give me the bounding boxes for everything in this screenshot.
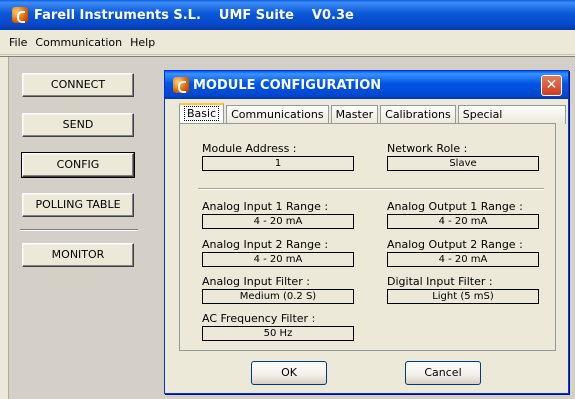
basic-tab-panel: Module Address : 1 Network Role : Slave … <box>179 123 556 351</box>
analog-input-filter-field: Analog Input Filter : Medium (0.2 S) <box>202 275 354 304</box>
analog-input-1-field: Analog Input 1 Range : 4 - 20 mA <box>202 200 354 229</box>
analog-input-1-value: 4 - 20 mA <box>202 214 354 229</box>
analog-input-1-label: Analog Input 1 Range : <box>202 200 329 213</box>
send-button[interactable]: SEND <box>22 113 134 137</box>
company-name: Farell Instruments S.L. <box>34 7 201 23</box>
digital-input-filter-value: Light (5 mS) <box>387 289 539 304</box>
analog-output-1-value: 4 - 20 mA <box>387 214 539 229</box>
analog-output-1-field: Analog Output 1 Range : 4 - 20 mA <box>387 200 539 229</box>
ac-frequency-filter-label: AC Frequency Filter : <box>202 312 316 325</box>
module-address-value: 1 <box>202 156 354 171</box>
module-address-label: Module Address : <box>202 142 297 155</box>
close-icon[interactable]: ✕ <box>541 75 562 96</box>
button-separator <box>20 229 138 231</box>
connect-button[interactable]: CONNECT <box>22 73 134 97</box>
tab-master[interactable]: Master <box>330 105 379 124</box>
analog-output-2-field: Analog Output 2 Range : 4 - 20 mA <box>387 238 539 267</box>
digital-input-filter-label: Digital Input Filter : <box>387 275 493 288</box>
network-role-field: Network Role : Slave <box>387 142 539 171</box>
app-icon <box>12 7 28 23</box>
cancel-button[interactable]: Cancel <box>405 361 481 385</box>
analog-output-2-value: 4 - 20 mA <box>387 252 539 267</box>
tab-basic[interactable]: Basic <box>179 103 225 125</box>
dialog-title: MODULE CONFIGURATION <box>193 77 382 93</box>
module-address-field: Module Address : 1 <box>202 142 354 171</box>
menu-communication[interactable]: Communication <box>35 36 122 49</box>
ac-frequency-filter-value: 50 Hz <box>202 326 354 341</box>
config-button[interactable]: CONFIG <box>21 152 135 178</box>
network-role-label: Network Role : <box>387 142 468 155</box>
ac-frequency-filter-field: AC Frequency Filter : 50 Hz <box>202 312 354 341</box>
version-label: V0.3e <box>311 7 354 23</box>
product-name: UMF Suite <box>218 7 294 23</box>
analog-input-filter-label: Analog Input Filter : <box>202 275 310 288</box>
tab-strip: Basic Communications Master Calibrations… <box>179 103 568 139</box>
module-configuration-dialog: MODULE CONFIGURATION ✕ Basic Communicati… <box>164 70 569 394</box>
network-role-value: Slave <box>387 156 539 171</box>
main-title-bar: Farell Instruments S.L. UMF Suite V0.3e <box>0 0 575 30</box>
digital-input-filter-field: Digital Input Filter : Light (5 mS) <box>387 275 539 304</box>
tab-calibrations[interactable]: Calibrations <box>380 105 456 124</box>
dialog-title-bar: MODULE CONFIGURATION ✕ <box>165 71 568 99</box>
menu-file[interactable]: File <box>9 36 27 49</box>
ok-button[interactable]: OK <box>251 361 327 385</box>
dialog-app-icon <box>173 77 189 93</box>
analog-output-1-label: Analog Output 1 Range : <box>387 200 523 213</box>
analog-input-2-label: Analog Input 2 Range : <box>202 238 329 251</box>
tab-special-operations[interactable]: Special Operations <box>457 105 566 139</box>
polling-table-button[interactable]: POLLING TABLE <box>22 193 134 217</box>
menu-bar: File Communication Help <box>0 30 575 55</box>
analog-output-2-label: Analog Output 2 Range : <box>387 238 523 251</box>
analog-input-2-field: Analog Input 2 Range : 4 - 20 mA <box>202 238 354 267</box>
analog-input-filter-value: Medium (0.2 S) <box>202 289 354 304</box>
tab-communications[interactable]: Communications <box>226 105 329 124</box>
monitor-button[interactable]: MONITOR <box>22 243 134 267</box>
menu-help[interactable]: Help <box>130 36 155 49</box>
analog-input-2-value: 4 - 20 mA <box>202 252 354 267</box>
tab-basic-label: Basic <box>184 106 220 121</box>
section-divider <box>198 188 544 190</box>
